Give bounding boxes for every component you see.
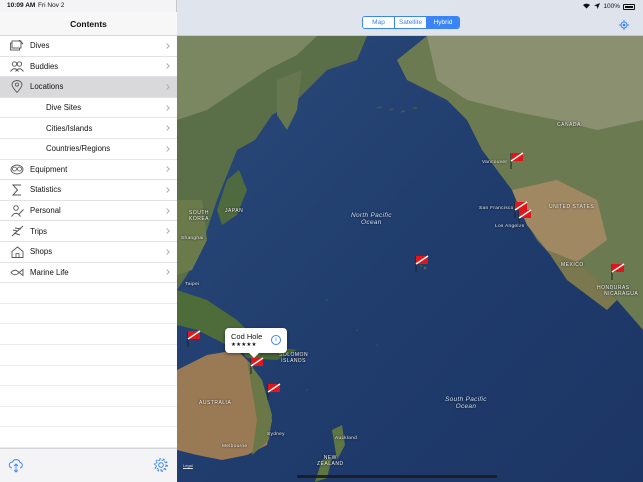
sidebar-item-label: Trips (30, 226, 48, 236)
empty-row (0, 303, 177, 325)
legal-link[interactable]: Legal (183, 463, 193, 468)
label-auckland: Auckland (335, 436, 358, 441)
fish-icon (6, 265, 28, 279)
sigma-icon (6, 183, 28, 197)
empty-row (0, 406, 177, 428)
sidebar-item-locations[interactable]: Locations (0, 77, 177, 98)
sidebar: Contents Dives Buddies Locations Dive Si… (0, 0, 177, 482)
buddies-icon (6, 59, 28, 73)
segment-satellite[interactable]: Satellite (395, 17, 427, 28)
info-icon[interactable]: i (271, 335, 281, 345)
sidebar-item-equipment[interactable]: Equipment (0, 159, 177, 181)
dive-site-flag-icon[interactable] (187, 330, 201, 348)
location-pin-icon (6, 80, 28, 94)
sidebar-item-label: Personal (30, 206, 61, 216)
map-type-segmented-control[interactable]: Map Satellite Hybrid (362, 16, 460, 29)
wifi-icon (582, 2, 591, 11)
empty-row (0, 427, 177, 448)
empty-row (0, 324, 177, 345)
sidebar-title: Contents (0, 12, 177, 36)
person-icon (6, 204, 28, 218)
sidebar-item-marine-life[interactable]: Marine Life (0, 262, 177, 284)
label-north-pacific-ocean: North Pacific Ocean (351, 212, 392, 226)
sidebar-item-label: Cities/Islands (46, 123, 93, 133)
sidebar-item-shops[interactable]: Shops (0, 241, 177, 263)
sidebar-item-label: Shops (30, 247, 53, 257)
home-indicator (297, 475, 497, 478)
segment-hybrid[interactable]: Hybrid (427, 17, 459, 28)
sidebar-menu: Dives Buddies Locations Dive Sites Citie… (0, 36, 177, 448)
map-satellite-image (177, 0, 643, 482)
dive-site-flag-icon[interactable] (510, 152, 524, 170)
locate-me-icon[interactable] (619, 17, 629, 30)
empty-row (0, 344, 177, 366)
sidebar-subitem-cities-islands[interactable]: Cities/Islands (0, 118, 177, 139)
label-australia: AUSTRALIA (199, 400, 232, 406)
map-view[interactable]: Map Satellite Hybrid North Pacific Ocean … (177, 0, 643, 482)
label-south-korea: SOUTH KOREA (189, 210, 210, 222)
dive-site-flag-icon-selected[interactable] (250, 357, 264, 375)
label-united-states: UNITED STATES (549, 204, 595, 210)
status-date: Fri Nov 2 (38, 2, 65, 9)
sidebar-item-statistics[interactable]: Statistics (0, 180, 177, 201)
sidebar-item-label: Statistics (30, 185, 62, 195)
empty-row (0, 283, 177, 304)
label-canada: CANADA (557, 122, 581, 128)
dive-site-flag-icon[interactable] (415, 255, 429, 273)
label-shanghai: Shanghai (181, 236, 204, 241)
label-san-francisco: San Francisco (479, 206, 514, 211)
sidebar-item-personal[interactable]: Personal (0, 200, 177, 222)
sidebar-item-label: Countries/Regions (46, 144, 111, 154)
dive-site-callout[interactable]: Cod Hole ★★★★★ i (225, 328, 287, 358)
label-vancouver: Vancouver (482, 160, 508, 165)
sidebar-item-buddies[interactable]: Buddies (0, 56, 177, 78)
label-solomon-islands: SOLOMON ISLANDS (279, 352, 309, 364)
label-nicaragua: NICARAGUA (604, 291, 639, 297)
sidebar-item-label: Dives (30, 41, 50, 51)
sidebar-item-dives[interactable]: Dives (0, 36, 177, 57)
empty-row (0, 365, 177, 387)
label-south-pacific-ocean: South Pacific Ocean (445, 396, 487, 410)
sidebar-footer (0, 448, 177, 482)
sidebar-item-label: Buddies (30, 61, 59, 71)
label-new-zealand: NEW ZEALAND (317, 455, 344, 467)
sidebar-item-label: Marine Life (30, 267, 69, 277)
shop-icon (6, 245, 28, 259)
gear-icon[interactable] (153, 457, 169, 473)
sidebar-item-label: Dive Sites (46, 103, 82, 113)
status-bar: 10:09 AM Fri Nov 2 100% (0, 0, 643, 12)
status-time: 10:09 AM (7, 2, 36, 9)
dive-site-flag-icon[interactable] (611, 263, 625, 281)
callout-rating: ★★★★★ (231, 342, 257, 348)
sidebar-item-trips[interactable]: Trips (0, 221, 177, 242)
battery-percent: 100% (603, 3, 620, 10)
battery-icon (623, 3, 635, 10)
airplane-icon (6, 224, 28, 238)
label-melbourne: Melbourne (222, 444, 248, 449)
label-japan: JAPAN (225, 208, 244, 214)
location-arrow-icon (594, 2, 601, 11)
equipment-icon (6, 162, 28, 176)
dive-site-flag-icon[interactable] (267, 383, 281, 401)
label-mexico: MEXICO (561, 262, 584, 268)
callout-title: Cod Hole (231, 332, 263, 341)
label-sydney: Sydney (267, 432, 285, 437)
sidebar-subitem-countries-regions[interactable]: Countries/Regions (0, 138, 177, 160)
sidebar-item-label: Locations (30, 82, 64, 92)
empty-row (0, 386, 177, 407)
dive-site-flag-icon[interactable] (518, 209, 532, 227)
dives-icon (6, 39, 28, 53)
label-taipei: Taipei (185, 282, 200, 287)
sidebar-subitem-dive-sites[interactable]: Dive Sites (0, 97, 177, 119)
cloud-sync-icon[interactable] (8, 457, 24, 473)
segment-map[interactable]: Map (363, 17, 395, 28)
status-right: 100% (582, 2, 635, 11)
sidebar-item-label: Equipment (30, 164, 68, 174)
